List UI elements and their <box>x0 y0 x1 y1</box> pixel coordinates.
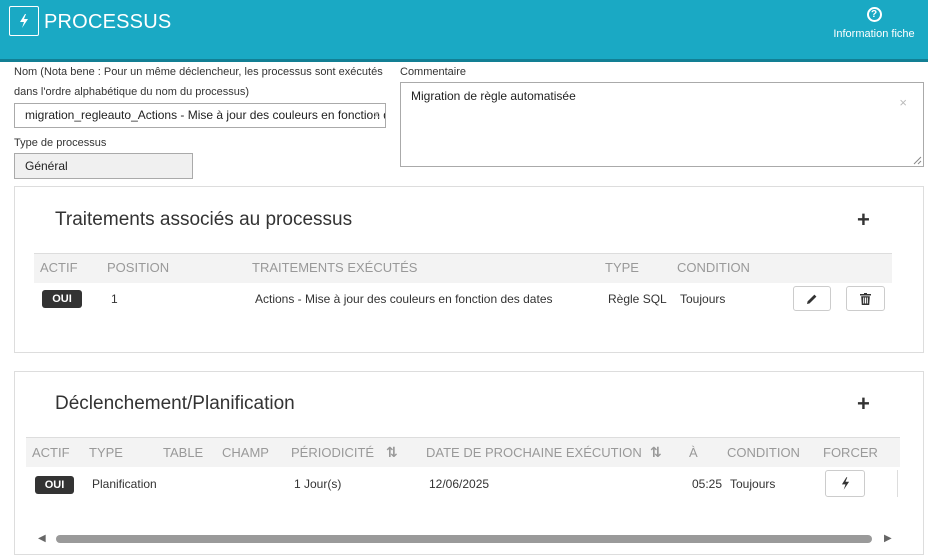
name-field-value: migration_regleauto_Actions - Mise à jou… <box>25 108 385 122</box>
trash-icon <box>860 292 871 305</box>
col-type: TYPE <box>89 445 123 460</box>
status-badge: OUI <box>35 476 74 494</box>
col-position: POSITION <box>107 260 170 275</box>
col-condition: CONDITION <box>677 260 750 275</box>
scroll-right-icon[interactable]: ▶ <box>884 533 892 544</box>
row-date: 12/06/2025 <box>429 477 490 491</box>
next-button-edge <box>897 470 901 497</box>
page-title: PROCESSUS <box>44 11 172 33</box>
pencil-icon <box>807 294 817 304</box>
add-traitement-button[interactable]: + <box>857 209 870 231</box>
col-heure: À <box>689 445 698 460</box>
col-forcer: FORCER <box>823 445 878 460</box>
question-circle-icon: ? <box>866 7 882 22</box>
information-fiche-label: Information fiche <box>833 28 915 40</box>
comment-label: Commentaire <box>400 66 467 78</box>
traitements-title: Traitements associés au processus <box>55 209 353 230</box>
type-field-value: Général <box>25 159 68 173</box>
name-label: Nom (Nota bene : Pour un même déclencheu… <box>14 66 383 78</box>
col-actif: ACTIF <box>40 260 78 275</box>
type-field: Général <box>14 153 193 179</box>
resize-grip-icon[interactable] <box>913 156 922 165</box>
row-heure: 05:25 <box>692 477 723 491</box>
bolt-icon <box>9 6 39 36</box>
row-traitement: Actions - Mise à jour des couleurs en fo… <box>255 292 553 306</box>
name-label-note: dans l'ordre alphabétique du nom du proc… <box>14 86 250 98</box>
clear-name-icon[interactable]: × <box>373 104 380 127</box>
comment-field[interactable]: Migration de règle automatisée × <box>400 82 924 167</box>
col-type: TYPE <box>605 260 639 275</box>
sort-date-icon[interactable]: ⇅ <box>650 444 662 461</box>
declenchement-title: Déclenchement/Planification <box>55 393 295 414</box>
col-periodicite[interactable]: PÉRIODICITÉ <box>291 445 374 460</box>
row-condition: Toujours <box>730 477 776 491</box>
row-position: 1 <box>111 292 118 306</box>
type-label: Type de processus <box>14 137 107 149</box>
scroll-left-icon[interactable]: ◀ <box>38 533 46 544</box>
information-fiche-button[interactable]: ? Information fiche <box>829 7 919 40</box>
col-champ: CHAMP <box>222 445 269 460</box>
clear-comment-icon[interactable]: × <box>899 95 907 110</box>
col-date[interactable]: DATE DE PROCHAINE EXÉCUTION <box>426 445 642 460</box>
row-condition: Toujours <box>680 292 726 306</box>
edit-button[interactable] <box>793 286 831 311</box>
col-table: TABLE <box>163 445 204 460</box>
col-traitements: TRAITEMENTS EXÉCUTÉS <box>252 260 418 275</box>
col-actif: ACTIF <box>32 445 70 460</box>
page-header: PROCESSUS ? Information fiche <box>0 0 928 62</box>
col-condition: CONDITION <box>727 445 800 460</box>
status-badge: OUI <box>42 290 82 308</box>
scrollbar-thumb[interactable] <box>56 535 872 543</box>
add-declenchement-button[interactable]: + <box>857 393 870 415</box>
row-periodicite: 1 Jour(s) <box>294 477 342 491</box>
name-field[interactable]: migration_regleauto_Actions - Mise à jou… <box>14 103 386 128</box>
sort-periodicite-icon[interactable]: ⇅ <box>386 444 398 461</box>
row-type: Planification <box>92 477 157 491</box>
comment-field-value: Migration de règle automatisée <box>411 89 576 103</box>
row-type: Règle SQL <box>608 292 667 306</box>
delete-button[interactable] <box>846 286 885 311</box>
force-button[interactable] <box>825 470 865 497</box>
bolt-icon <box>841 477 849 490</box>
